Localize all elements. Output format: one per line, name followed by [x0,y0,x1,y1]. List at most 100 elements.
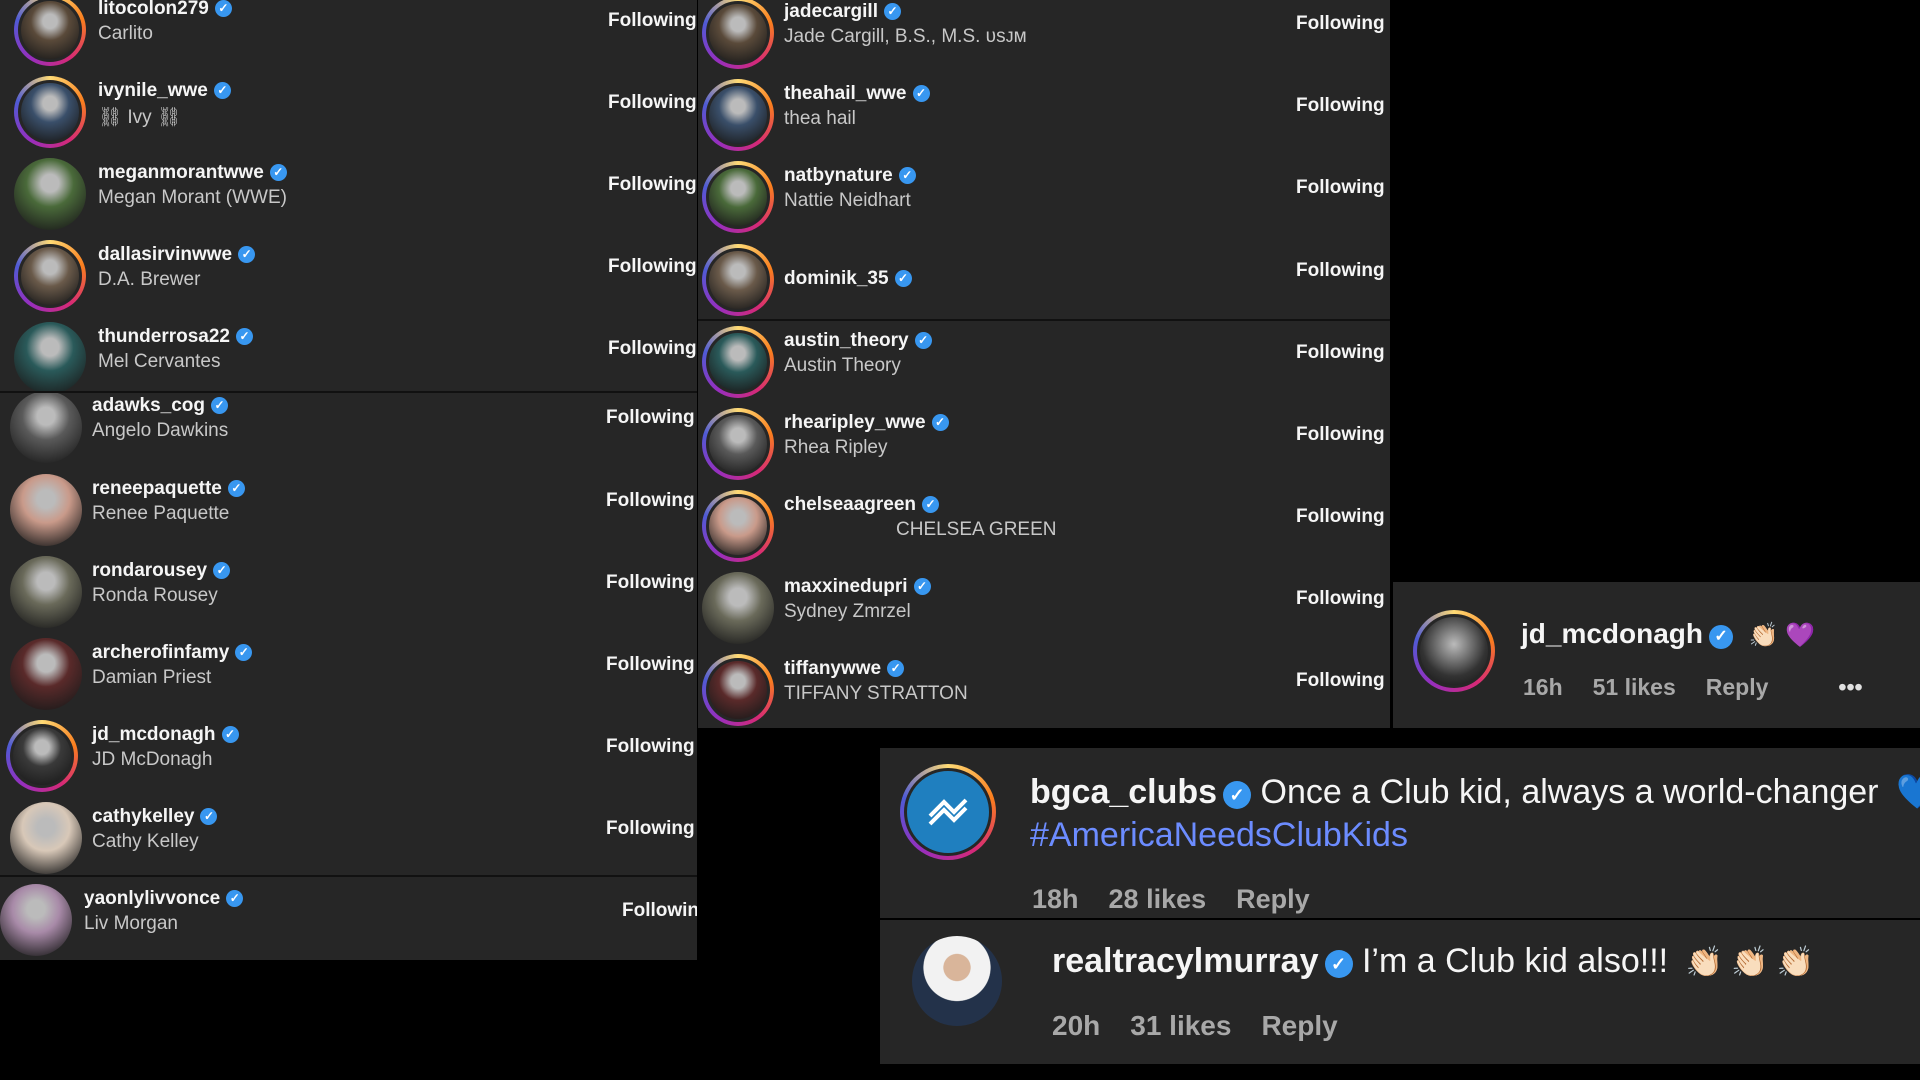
reply-button[interactable]: Reply [1236,884,1310,914]
reply-button[interactable]: Reply [1261,1010,1337,1041]
username-text[interactable]: austin_theory [784,330,909,351]
username[interactable]: tiffanywwe ✓ [784,658,905,680]
hashtag-link[interactable]: #AmericaNeedsClubKids [1030,816,1408,854]
username-text[interactable]: meganmorantwwe [98,162,264,183]
list-item[interactable]: cathykelley ✓ Cathy Kelley Following [0,798,697,880]
following-button[interactable]: Following [1296,342,1385,364]
username-text[interactable]: maxxinedupri [784,576,908,597]
avatar[interactable] [912,936,1002,1026]
following-button[interactable]: Following [1296,506,1385,528]
username-text[interactable]: theahail_wwe [784,83,907,104]
avatar[interactable] [14,240,86,312]
following-button[interactable]: Following [608,256,697,278]
reply-button[interactable]: Reply [1706,674,1769,700]
username-text[interactable]: ivynile_wwe [98,80,208,101]
avatar[interactable] [10,638,82,710]
username-text[interactable]: cathykelley [92,806,194,827]
username[interactable]: rhearipley_wwe ✓ [784,412,949,434]
comment-username[interactable]: jd_mcdonagh [1521,618,1703,649]
username[interactable]: theahail_wwe ✓ [784,83,930,105]
username-text[interactable]: thunderrosa22 [98,326,230,347]
following-button[interactable]: Following [606,490,695,512]
avatar[interactable] [702,572,774,644]
username-text[interactable]: yaonlylivvonce [84,888,220,909]
comment-likes[interactable]: 28 likes [1109,884,1207,914]
username[interactable]: adawks_cog ✓ [92,395,228,417]
username[interactable]: austin_theory ✓ [784,330,932,352]
avatar[interactable] [10,802,82,874]
username[interactable]: dominik_35 ✓ [784,268,912,290]
comment-likes[interactable]: 51 likes [1593,674,1676,700]
following-button[interactable]: Following [606,736,695,758]
avatar[interactable] [702,244,774,316]
list-item[interactable]: reneepaquette ✓ Renee Paquette Following [0,470,697,552]
list-item[interactable]: jadecargill ✓ Jade Cargill, B.S., M.S. ᴜsᴊ… [698,0,1390,75]
username[interactable]: natbynature ✓ [784,165,916,187]
avatar[interactable] [14,322,86,394]
username[interactable]: maxxinedupri ✓ [784,576,931,598]
list-item[interactable]: ivynile_wwe ✓ ⛓ Ivy ⛓ Following [0,72,697,154]
username-text[interactable]: litocolon279 [98,0,209,19]
list-item[interactable]: archerofinfamy ✓ Damian Priest Following [0,634,697,716]
list-item[interactable]: tiffanywwe ✓ TIFFANY STRATTON Following [698,650,1390,728]
list-item[interactable]: dallasirvinwwe ✓ D.A. Brewer Following [0,236,697,318]
username[interactable]: ivynile_wwe ✓ [98,80,231,102]
username-text[interactable]: rondarousey [92,560,207,581]
username-text[interactable]: adawks_cog [92,395,205,416]
list-item[interactable]: theahail_wwe ✓ thea hail Following [698,75,1390,157]
username[interactable]: jadecargill ✓ [784,1,901,23]
avatar[interactable] [702,326,774,398]
comment-username[interactable]: bgca_clubs [1030,773,1217,811]
avatar[interactable] [10,474,82,546]
username[interactable]: reneepaquette ✓ [92,478,245,500]
list-item[interactable]: meganmorantwwe ✓ Megan Morant (WWE) Followi… [0,154,697,236]
username[interactable]: litocolon279 ✓ [98,0,232,20]
avatar[interactable] [6,720,78,792]
avatar[interactable] [10,556,82,628]
username[interactable]: cathykelley ✓ [92,806,218,828]
username[interactable]: chelseaagreen ✓ [784,494,940,516]
more-options-icon[interactable]: ••• [1838,674,1862,700]
avatar[interactable] [14,158,86,230]
comment-username[interactable]: realtracylmurray [1052,942,1319,980]
username-text[interactable]: rhearipley_wwe [784,412,926,433]
following-button[interactable]: Following [606,572,695,594]
following-button[interactable]: Following [1296,670,1385,692]
username-text[interactable]: chelseaagreen [784,494,916,515]
following-button[interactable]: Following [608,338,697,360]
list-item[interactable]: chelseaagreen ✓ CHELSEA GREEN Following [698,486,1390,568]
avatar[interactable] [702,654,774,726]
avatar[interactable] [702,161,774,233]
username-text[interactable]: dominik_35 [784,268,889,289]
following-button[interactable]: Following [1296,260,1385,282]
username-text[interactable]: reneepaquette [92,478,222,499]
list-item[interactable]: litocolon279 ✓ Carlito Following [0,0,697,72]
comment-likes[interactable]: 31 likes [1130,1010,1231,1041]
username-text[interactable]: dallasirvinwwe [98,244,232,265]
avatar[interactable] [702,0,774,69]
username[interactable]: dallasirvinwwe ✓ [98,244,256,266]
avatar[interactable] [14,76,86,148]
following-button[interactable]: Following [608,92,697,114]
avatar[interactable] [900,764,996,860]
list-item[interactable]: adawks_cog ✓ Angelo Dawkins Following [0,387,697,469]
avatar[interactable] [14,0,86,66]
avatar[interactable] [1413,610,1495,692]
list-item[interactable]: austin_theory ✓ Austin Theory Following [698,322,1390,404]
following-button[interactable]: Following [1296,95,1385,117]
following-button[interactable]: Following [606,654,695,676]
list-item[interactable]: rhearipley_wwe ✓ Rhea Ripley Following [698,404,1390,486]
list-item[interactable]: jd_mcdonagh ✓ JD McDonagh Following [0,716,697,798]
following-button[interactable]: Following [1296,424,1385,446]
username[interactable]: jd_mcdonagh ✓ [92,724,239,746]
list-item[interactable]: natbynature ✓ Nattie Neidhart Following [698,157,1390,239]
list-item[interactable]: yaonlylivvonce ✓ Liv Morgan Followin [0,880,697,960]
following-button[interactable]: Following [608,10,697,32]
username-text[interactable]: tiffanywwe [784,658,881,679]
following-button[interactable]: Following [1296,177,1385,199]
username-text[interactable]: jd_mcdonagh [92,724,216,745]
following-button[interactable]: Following [606,818,695,840]
avatar[interactable] [702,79,774,151]
following-button[interactable]: Followin [622,900,697,922]
avatar[interactable] [702,408,774,480]
